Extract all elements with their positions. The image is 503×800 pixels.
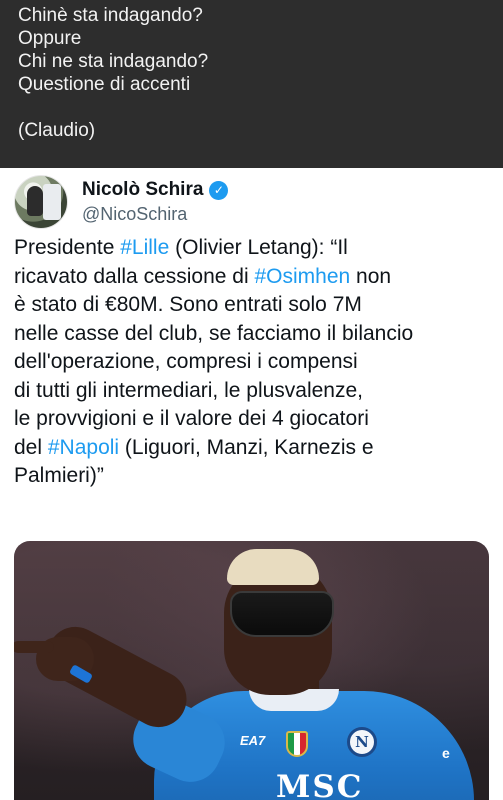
tweet-line: dell'operazione, compresi i compensi xyxy=(14,350,358,373)
tweet-photo[interactable]: N EA7 MSC e xyxy=(14,541,489,800)
text-segment: (Olivier Letang): “Il xyxy=(169,236,348,259)
italy-shield-icon xyxy=(286,731,308,757)
author-block: Nicolò Schira ✓ @NicoSchira xyxy=(82,179,229,225)
sponsor-logo: MSC xyxy=(276,769,364,800)
kit-brand-logo: EA7 xyxy=(240,733,266,748)
avatar-background xyxy=(43,184,61,220)
tweet-text: Presidente #Lille (Olivier Letang): “Il … xyxy=(14,234,494,491)
tweet-line: è stato di €80M. Sono entrati solo 7M xyxy=(14,293,362,316)
hashtag-link[interactable]: #Lille xyxy=(120,236,169,259)
napoli-crest-icon: N xyxy=(347,727,377,757)
name-row: Nicolò Schira ✓ xyxy=(82,179,229,201)
caption-line: Questione di accenti xyxy=(18,74,191,95)
caption-line: Chinè sta indagando? xyxy=(18,5,203,26)
tweet-line: di tutti gli intermediari, le plusvalenz… xyxy=(14,378,364,402)
photo-hair xyxy=(227,549,319,585)
tweet-line: Presidente #Lille (Olivier Letang): “Il xyxy=(14,234,494,263)
tweet-line: le provvigioni e il valore dei 4 giocato… xyxy=(14,407,369,430)
post-caption: Chinè sta indagando? Oppure Chi ne sta i… xyxy=(0,0,503,168)
tweet-line: Palmieri)” xyxy=(14,464,104,487)
embedded-tweet[interactable]: Nicolò Schira ✓ @NicoSchira Presidente #… xyxy=(0,168,503,800)
author-name[interactable]: Nicolò Schira xyxy=(82,179,203,201)
tweet-line: ricavato dalla cessione di #Osimhen non xyxy=(14,263,494,292)
caption-line: Oppure xyxy=(18,28,82,49)
text-segment: del xyxy=(14,435,48,459)
text-segment: (Liguori, Manzi, Karnezis e xyxy=(119,435,374,459)
text-segment: Presidente xyxy=(14,236,121,259)
tweet-header: Nicolò Schira ✓ @NicoSchira xyxy=(14,175,494,229)
text-segment: ricavato dalla cessione di xyxy=(14,264,255,288)
tweet-line: del #Napoli (Liguori, Manzi, Karnezis e xyxy=(14,434,494,463)
author-handle[interactable]: @NicoSchira xyxy=(82,204,228,225)
avatar[interactable] xyxy=(14,175,68,229)
avatar-figure xyxy=(27,186,43,216)
photo-pointing-finger xyxy=(14,641,54,653)
photo-face-mask xyxy=(230,591,334,637)
hashtag-link[interactable]: #Osimhen xyxy=(254,265,350,288)
tweet-line: nelle casse del club, se facciamo il bil… xyxy=(14,321,414,345)
caption-line: Chi ne sta indagando? xyxy=(18,51,209,72)
hashtag-link[interactable]: #Napoli xyxy=(48,436,119,459)
caption-line: (Claudio) xyxy=(18,120,96,141)
sleeve-logo: e xyxy=(442,745,450,761)
verified-badge-icon: ✓ xyxy=(209,180,229,200)
text-segment: non xyxy=(350,264,392,288)
